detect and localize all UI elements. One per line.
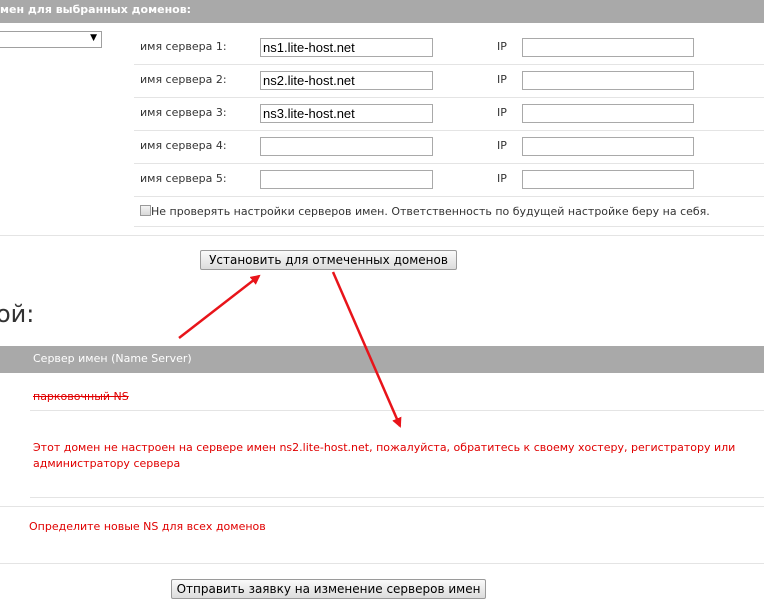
annotation-arrow-to-apply [178, 274, 261, 339]
annotation-arrows [178, 271, 402, 428]
annotation-arrow-to-warning [331, 271, 402, 428]
